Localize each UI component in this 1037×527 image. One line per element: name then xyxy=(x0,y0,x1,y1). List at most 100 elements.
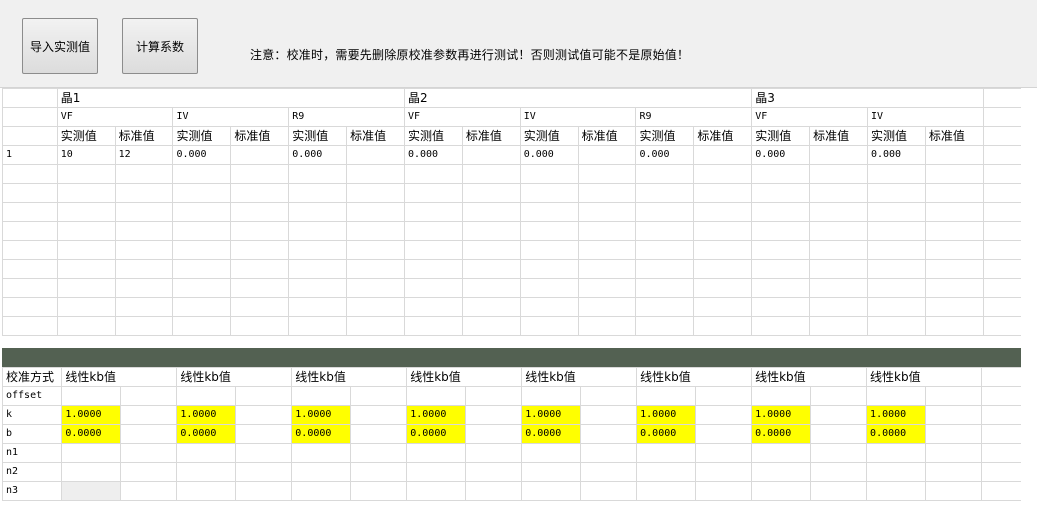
k-value-cell[interactable]: 1.0000 xyxy=(636,405,696,425)
grid-cell[interactable] xyxy=(751,462,811,482)
data-cell[interactable]: 0.000 xyxy=(635,145,695,165)
grid-cell[interactable] xyxy=(924,386,983,406)
grid-cell[interactable] xyxy=(176,481,236,501)
grid-cell[interactable] xyxy=(2,297,58,317)
coef-label[interactable]: offset xyxy=(1,386,63,406)
grid-cell[interactable] xyxy=(2,221,58,241)
grid-cell[interactable] xyxy=(2,316,58,336)
chip-header-1[interactable]: 晶1 xyxy=(56,88,405,108)
grid-cell[interactable] xyxy=(464,481,523,501)
method-value-cell[interactable]: 线性kb值 xyxy=(866,367,982,387)
grid-cell[interactable] xyxy=(751,240,811,260)
grid-cell[interactable] xyxy=(120,424,178,444)
grid-cell[interactable] xyxy=(924,202,984,222)
grid-cell[interactable] xyxy=(519,183,579,203)
grid-cell[interactable] xyxy=(172,221,232,241)
grid-cell[interactable] xyxy=(924,462,983,482)
standard-header[interactable]: 标准值 xyxy=(577,126,637,146)
grid-cell[interactable] xyxy=(56,202,116,222)
grid-cell[interactable] xyxy=(519,240,579,260)
grid-cell[interactable] xyxy=(519,278,579,298)
grid-cell[interactable] xyxy=(577,240,637,260)
row-header-cell[interactable] xyxy=(2,126,58,146)
data-cell[interactable]: 12 xyxy=(114,145,174,165)
grid-cell[interactable] xyxy=(521,443,581,463)
grid-cell[interactable] xyxy=(288,240,348,260)
grid-cell[interactable] xyxy=(693,183,753,203)
grid-cell[interactable] xyxy=(924,278,984,298)
grid-cell[interactable] xyxy=(866,221,926,241)
method-value-cell[interactable]: 线性kb值 xyxy=(751,367,868,387)
coef-label[interactable]: n1 xyxy=(1,443,63,463)
grid-cell[interactable] xyxy=(809,259,868,279)
grid-cell[interactable] xyxy=(924,183,984,203)
grid-cell[interactable] xyxy=(577,221,637,241)
grid-cell[interactable] xyxy=(234,443,293,463)
grid-cell[interactable] xyxy=(694,386,753,406)
b-value-cell[interactable]: 0.0000 xyxy=(866,424,926,444)
k-value-cell[interactable]: 1.0000 xyxy=(866,405,926,425)
grid-cell[interactable] xyxy=(288,202,348,222)
grid-cell[interactable] xyxy=(461,316,521,336)
grid-cell[interactable] xyxy=(521,386,581,406)
b-value-cell[interactable]: 0.0000 xyxy=(61,424,122,444)
grid-cell[interactable] xyxy=(56,221,116,241)
grid-cell[interactable] xyxy=(461,240,521,260)
param-header[interactable]: IV xyxy=(172,107,290,127)
grid-cell[interactable] xyxy=(751,316,811,336)
grid-cell[interactable] xyxy=(2,240,58,260)
grid-cell[interactable] xyxy=(56,278,116,298)
grid-cell[interactable] xyxy=(751,278,811,298)
grid-cell[interactable] xyxy=(521,462,581,482)
grid-cell[interactable] xyxy=(346,164,405,184)
grid-cell[interactable] xyxy=(230,278,290,298)
b-value-cell[interactable]: 0.0000 xyxy=(521,424,581,444)
param-header[interactable]: VF xyxy=(403,107,521,127)
grid-cell[interactable] xyxy=(230,202,290,222)
grid-cell[interactable] xyxy=(519,221,579,241)
grid-cell[interactable] xyxy=(866,481,926,501)
b-value-cell[interactable]: 0.0000 xyxy=(636,424,696,444)
grid-cell[interactable] xyxy=(464,405,523,425)
k-value-cell[interactable]: 1.0000 xyxy=(521,405,581,425)
measured-header[interactable]: 实测值 xyxy=(751,126,811,146)
grid-cell[interactable] xyxy=(230,259,290,279)
grid-cell[interactable] xyxy=(349,462,408,482)
grid-cell[interactable] xyxy=(635,183,695,203)
k-value-cell[interactable]: 1.0000 xyxy=(176,405,236,425)
coef-label[interactable]: n3 xyxy=(1,481,63,501)
grid-cell[interactable] xyxy=(635,202,695,222)
data-cell[interactable] xyxy=(924,145,984,165)
grid-cell[interactable] xyxy=(291,481,351,501)
grid-cell[interactable] xyxy=(636,481,696,501)
b-value-cell[interactable]: 0.0000 xyxy=(406,424,466,444)
grid-cell[interactable] xyxy=(809,443,868,463)
grid-cell[interactable] xyxy=(924,405,983,425)
grid-cell[interactable] xyxy=(176,462,236,482)
data-cell[interactable]: 0.000 xyxy=(288,145,348,165)
grid-cell[interactable] xyxy=(349,443,408,463)
grid-cell[interactable] xyxy=(636,386,696,406)
grid-cell[interactable] xyxy=(924,164,984,184)
grid-cell[interactable] xyxy=(464,386,523,406)
method-value-cell[interactable]: 线性kb值 xyxy=(636,367,753,387)
grid-cell[interactable] xyxy=(288,316,348,336)
grid-cell[interactable] xyxy=(406,462,466,482)
grid-cell[interactable] xyxy=(694,462,753,482)
grid-cell[interactable] xyxy=(809,221,868,241)
grid-cell[interactable] xyxy=(346,202,405,222)
grid-cell[interactable] xyxy=(120,386,178,406)
grid-cell[interactable] xyxy=(751,202,811,222)
grid-cell[interactable] xyxy=(809,240,868,260)
grid-cell[interactable] xyxy=(635,259,695,279)
grid-cell[interactable] xyxy=(288,278,348,298)
grid-cell[interactable] xyxy=(120,481,178,501)
calculate-coefficients-button[interactable]: 计算系数 xyxy=(122,18,198,74)
grid-cell[interactable] xyxy=(866,183,926,203)
standard-header[interactable]: 标准值 xyxy=(693,126,753,146)
grid-cell[interactable] xyxy=(114,297,174,317)
grid-cell[interactable] xyxy=(924,443,983,463)
grid-cell[interactable] xyxy=(519,316,579,336)
grid-cell[interactable] xyxy=(924,316,984,336)
measured-header[interactable]: 实测值 xyxy=(56,126,116,146)
